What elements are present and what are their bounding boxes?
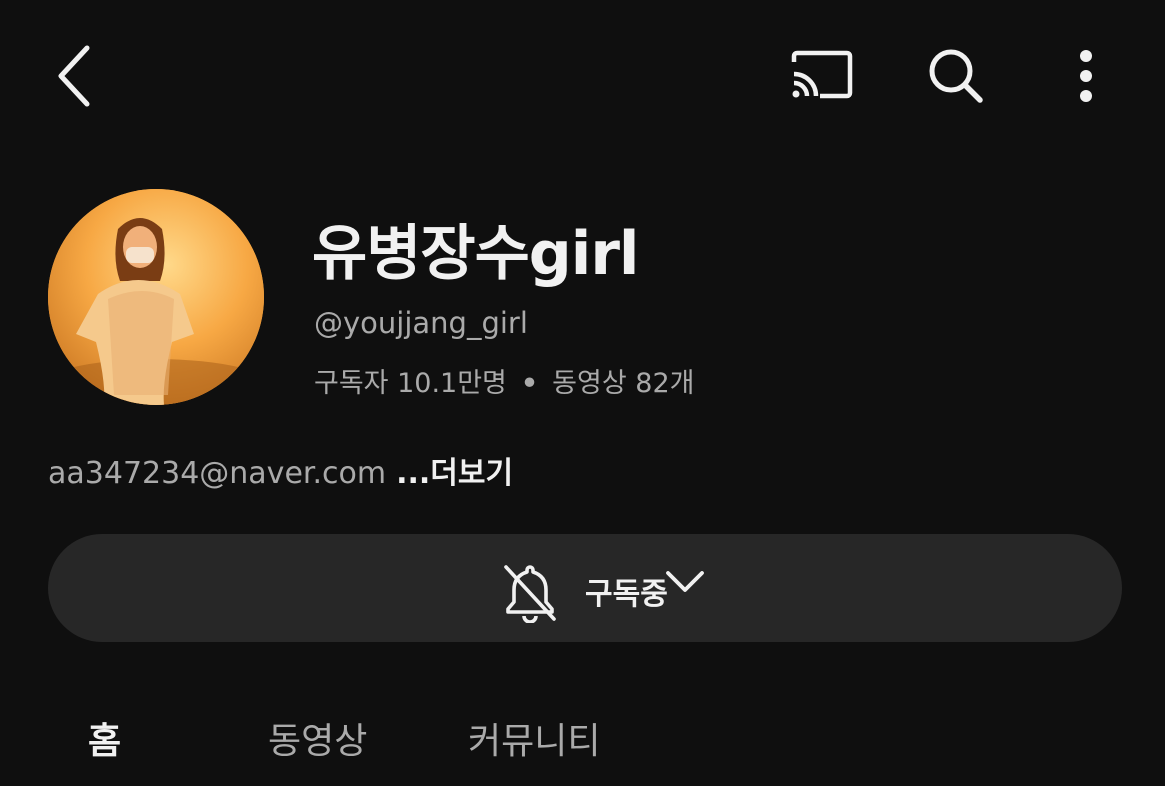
channel-description[interactable]: aa347234@naver.com ...더보기 [48, 448, 513, 492]
back-button[interactable] [40, 38, 110, 114]
chevron-down-icon [666, 571, 704, 592]
description-text: aa347234@naver.com [48, 456, 387, 491]
back-arrow-icon [58, 45, 90, 107]
channel-tabs: 홈 동영상 커뮤니티 [0, 690, 1165, 786]
subscriber-count: 구독자 10.1만명 [314, 368, 507, 399]
tab-home[interactable]: 홈 [88, 712, 121, 764]
top-app-bar [0, 0, 1165, 150]
cast-icon [791, 50, 853, 99]
dropdown-toggle[interactable] [665, 570, 705, 600]
channel-stats: 구독자 10.1만명 • 동영상 82개 [314, 361, 694, 400]
channel-name: 유병장수girl [312, 219, 639, 289]
channel-avatar[interactable] [48, 189, 264, 405]
video-count: 동영상 82개 [552, 368, 695, 399]
more-options-button[interactable] [1056, 40, 1116, 112]
search-icon [929, 49, 983, 103]
stats-separator: • [520, 368, 539, 399]
more-link[interactable]: ...더보기 [396, 456, 513, 491]
more-vertical-icon [1080, 50, 1092, 102]
tab-videos[interactable]: 동영상 [268, 712, 367, 764]
search-button[interactable] [916, 40, 996, 112]
channel-handle: @youjjang_girl [314, 306, 528, 340]
cast-button[interactable] [782, 40, 862, 112]
bell-off-icon [504, 565, 556, 623]
tab-community[interactable]: 커뮤니티 [468, 712, 600, 764]
subscribed-button[interactable]: 구독중 [48, 534, 1122, 642]
subscribed-label: 구독중 [585, 577, 668, 612]
avatar-image [48, 189, 264, 405]
